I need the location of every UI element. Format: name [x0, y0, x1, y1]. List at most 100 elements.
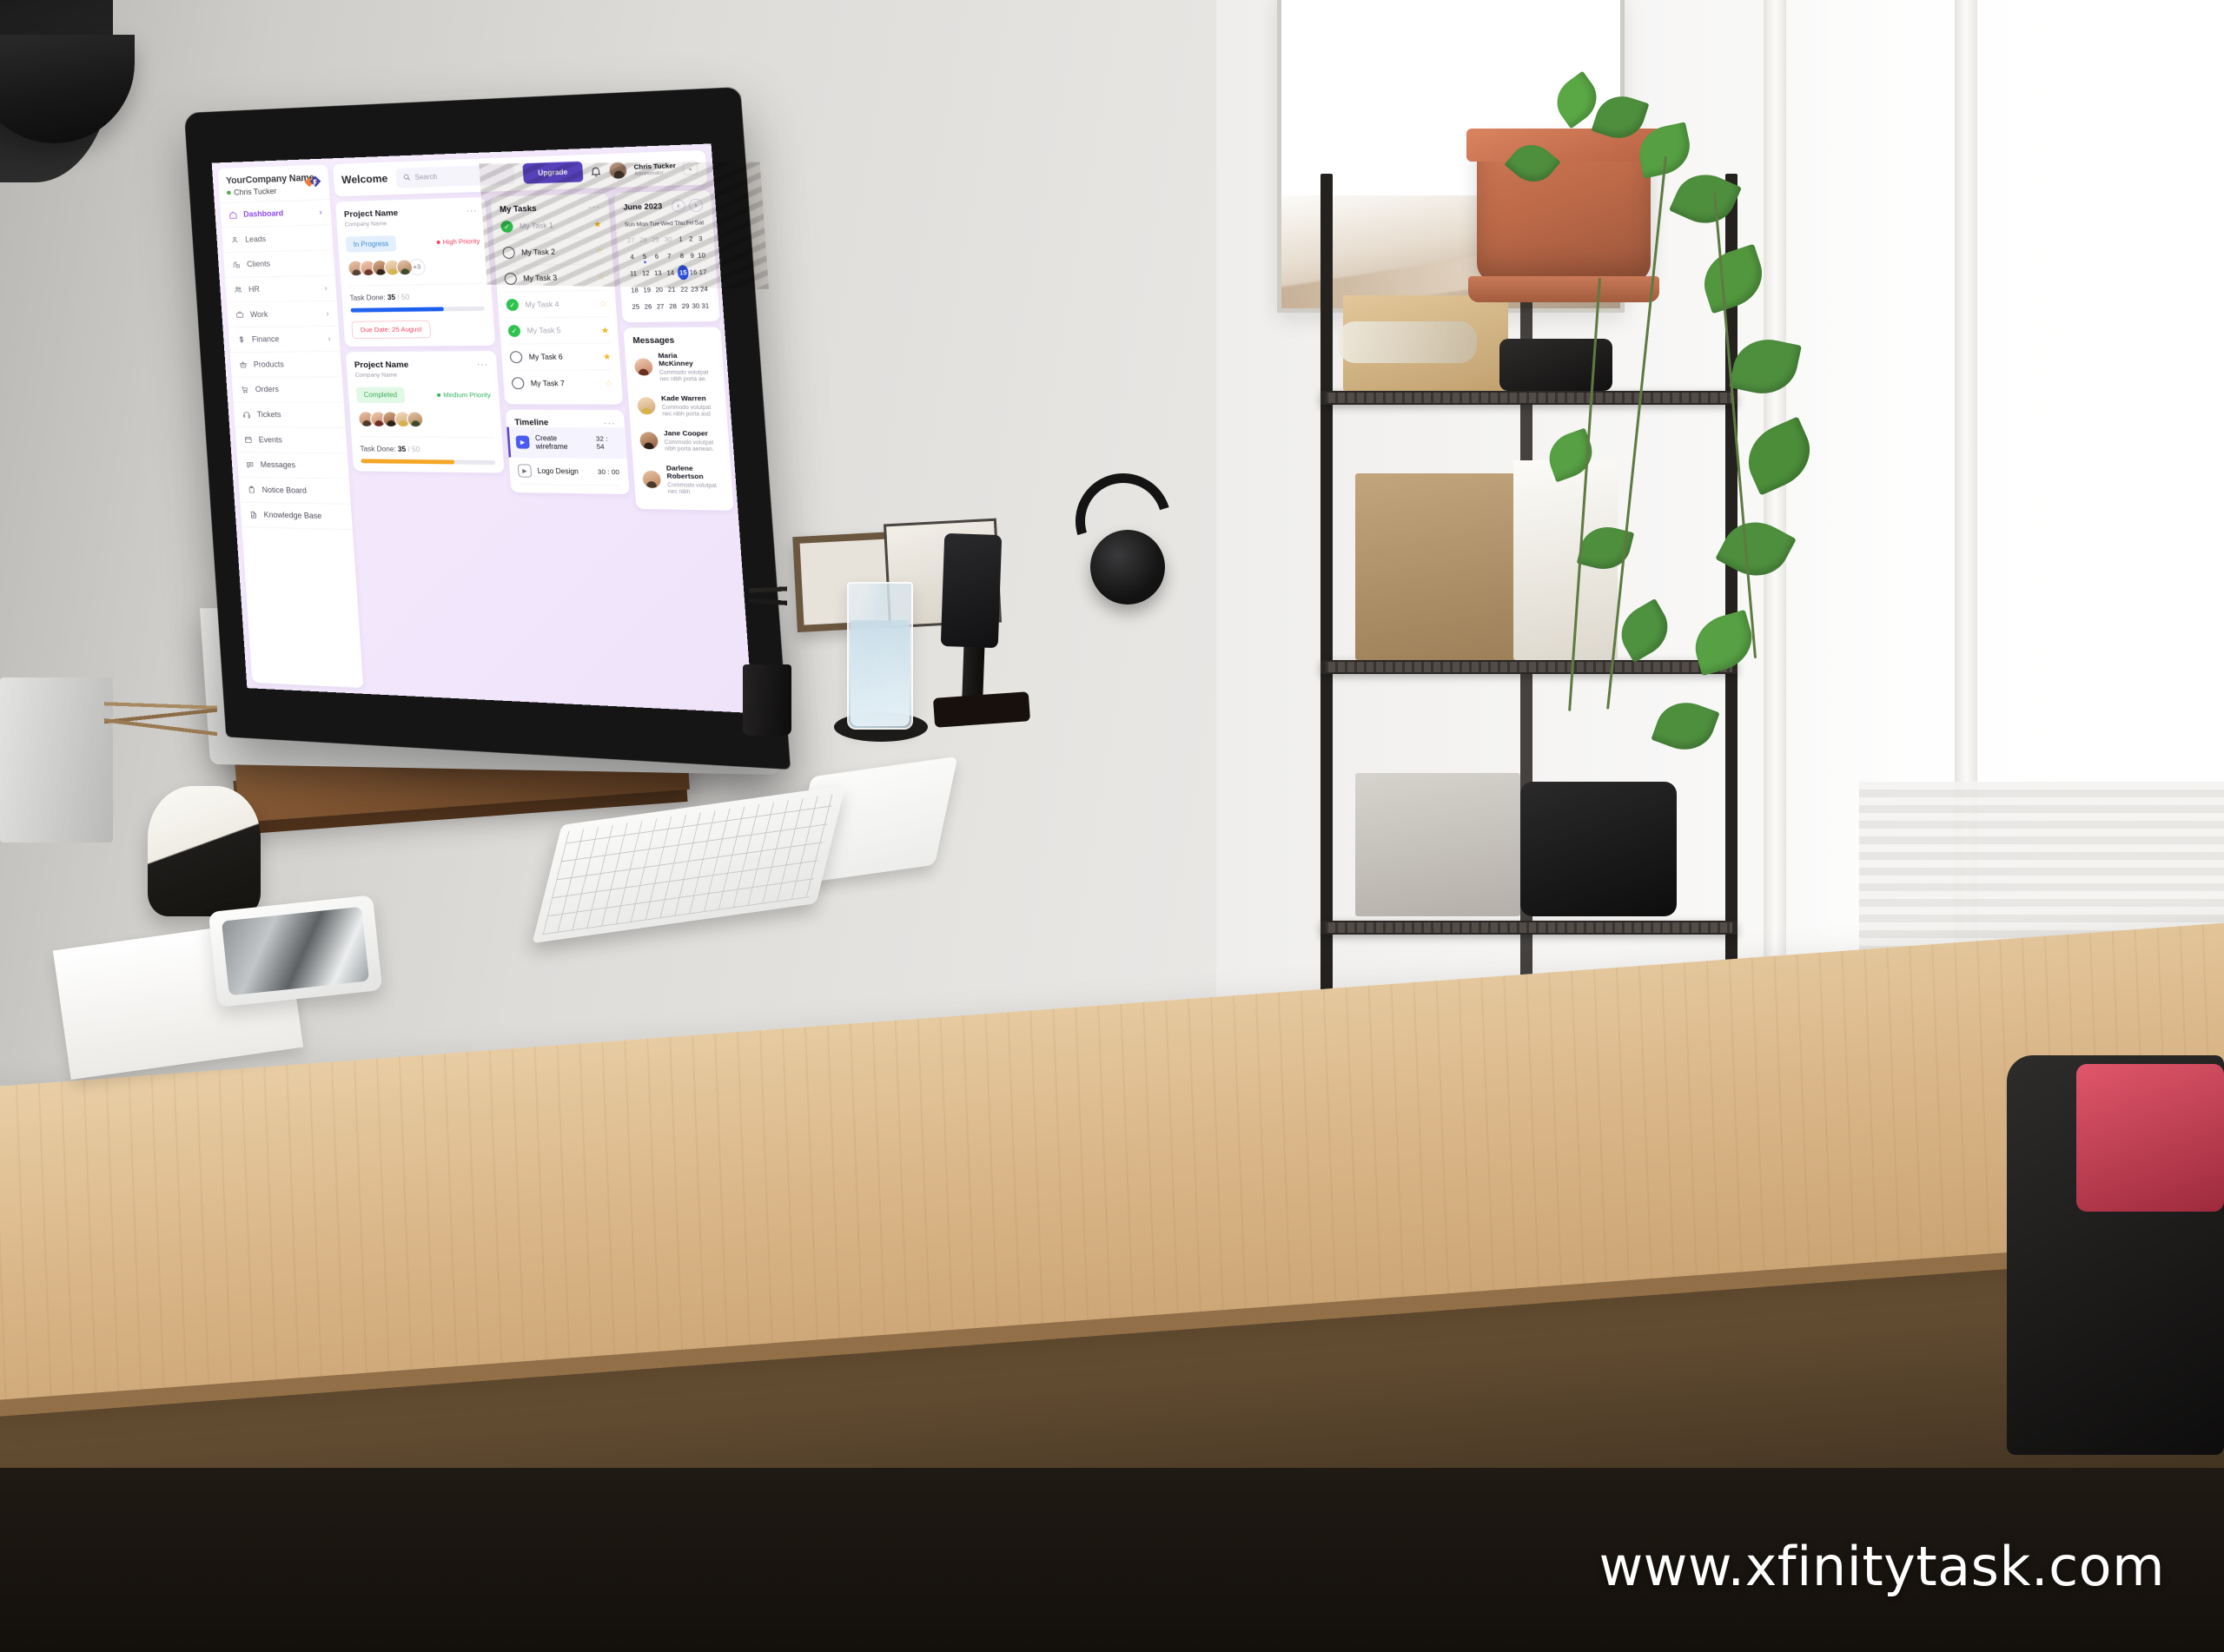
- checkbox-empty-icon[interactable]: [504, 272, 518, 285]
- calendar-day[interactable]: 25: [630, 300, 642, 314]
- calendar-dow: Tue: [649, 220, 660, 228]
- calendar-day[interactable]: 19: [640, 282, 653, 297]
- calendar-day[interactable]: 11: [627, 266, 639, 281]
- task-row[interactable]: My Task 6 ★: [509, 343, 612, 371]
- bell-icon[interactable]: [589, 165, 602, 177]
- sidebar-item-dashboard[interactable]: Dashboard ›: [220, 199, 332, 228]
- more-dots-icon[interactable]: ···: [476, 359, 488, 369]
- calendar-day[interactable]: 26: [642, 300, 655, 314]
- message-row[interactable]: Jane Cooper Commodo volutpat nibh porta …: [639, 423, 721, 459]
- more-dots-icon[interactable]: ···: [466, 205, 478, 215]
- avatar[interactable]: [637, 397, 657, 415]
- star-outline-icon[interactable]: ☆: [599, 298, 607, 309]
- avatar[interactable]: [639, 432, 659, 450]
- task-row[interactable]: My Task 2 ☆: [501, 237, 605, 267]
- more-dots-icon[interactable]: ···: [588, 202, 601, 212]
- calendar-day[interactable]: 30: [661, 232, 675, 247]
- calendar-day-selected[interactable]: 15: [677, 265, 690, 281]
- calendar-day[interactable]: 31: [700, 299, 711, 314]
- star-outline-icon[interactable]: ☆: [595, 245, 604, 256]
- star-filled-icon[interactable]: ★: [600, 325, 609, 335]
- calendar-day[interactable]: 18: [629, 283, 641, 298]
- more-dots-icon[interactable]: ···: [603, 418, 616, 428]
- play-icon[interactable]: ▶: [515, 435, 530, 449]
- calendar-day[interactable]: 1: [675, 232, 686, 247]
- star-outline-icon[interactable]: ☆: [605, 378, 613, 388]
- avatar[interactable]: [608, 161, 628, 180]
- calendar-day[interactable]: 17: [698, 265, 708, 280]
- chevron-down-icon[interactable]: ⌄: [682, 160, 698, 175]
- sidebar-item-products[interactable]: Products: [229, 351, 342, 378]
- star-outline-icon[interactable]: ☆: [597, 272, 606, 282]
- checkbox-empty-icon[interactable]: [509, 351, 523, 364]
- star-filled-icon[interactable]: ★: [603, 351, 612, 362]
- calendar-day[interactable]: 28: [666, 299, 680, 314]
- checkbox-checked-icon[interactable]: ✓: [506, 299, 520, 311]
- sidebar-item-tickets[interactable]: Tickets: [233, 402, 346, 428]
- task-row[interactable]: ✓ My Task 5 ★: [506, 317, 611, 345]
- calendar-day[interactable]: 6: [651, 249, 662, 264]
- sidebar-item-messages[interactable]: Messages: [236, 452, 349, 479]
- priority-label: High Priority: [436, 237, 480, 246]
- chevron-left-circle-icon[interactable]: ‹: [671, 199, 686, 213]
- calendar-day[interactable]: 24: [699, 281, 710, 296]
- calendar-day[interactable]: 30: [692, 299, 700, 314]
- search-box[interactable]: Search: [395, 163, 515, 188]
- timeline-card: Timeline ··· ▶ Create wireframe 32 : 54 …: [505, 409, 630, 495]
- sidebar-item-clients[interactable]: Clients: [223, 250, 335, 278]
- sidebar-item-events[interactable]: Events: [235, 427, 348, 454]
- calendar-day[interactable]: 21: [665, 282, 678, 297]
- checkbox-checked-icon[interactable]: ✓: [500, 220, 513, 233]
- task-row[interactable]: ✓ My Task 4 ☆: [505, 290, 609, 319]
- task-row[interactable]: My Task 7 ☆: [511, 370, 613, 396]
- calendar-day[interactable]: 14: [664, 266, 678, 281]
- calendar-day[interactable]: 2: [686, 231, 695, 246]
- calendar-day[interactable]: 27: [655, 299, 666, 314]
- avatar[interactable]: [406, 411, 425, 428]
- upgrade-button[interactable]: Upgrade: [522, 161, 584, 184]
- calendar-day[interactable]: 4: [626, 249, 639, 264]
- timeline-row[interactable]: ▶ Create wireframe 32 : 54: [506, 426, 627, 459]
- sidebar-item-work[interactable]: Work ›: [226, 301, 339, 328]
- avatar[interactable]: [642, 470, 662, 488]
- calendar-day[interactable]: 16: [689, 265, 698, 280]
- sidebar-item-leads[interactable]: Leads: [222, 224, 334, 254]
- window-mullion: [1764, 0, 1786, 1008]
- calendar-day[interactable]: 13: [652, 266, 664, 281]
- checkbox-empty-icon[interactable]: [502, 246, 516, 259]
- calendar-day[interactable]: 28: [637, 233, 650, 248]
- sidebar-item-knowledge-base[interactable]: Knowledge Base: [240, 502, 353, 531]
- timeline-row[interactable]: ▶ Logo Design 30 : 00: [517, 457, 621, 486]
- task-done-row: Task Done: 35 / 50: [360, 445, 494, 454]
- calendar-day[interactable]: 8: [676, 248, 687, 263]
- checkbox-checked-icon[interactable]: ✓: [507, 325, 521, 338]
- sidebar-item-hr[interactable]: HR ›: [224, 275, 337, 303]
- calendar-day[interactable]: 9: [688, 248, 697, 263]
- message-row[interactable]: Darlene Robertson Commodo volutpat nec n…: [641, 458, 725, 502]
- message-row[interactable]: Maria McKinney Commodo volutpat nec nibh…: [633, 345, 716, 388]
- calendar-day[interactable]: 3: [695, 231, 705, 246]
- checkbox-empty-icon[interactable]: [511, 377, 525, 390]
- calendar-day[interactable]: 10: [697, 248, 707, 263]
- play-icon[interactable]: ▶: [517, 464, 533, 478]
- task-row[interactable]: ✓ My Task 1 ★: [500, 211, 603, 241]
- calendar-day[interactable]: 5: [639, 249, 652, 264]
- calendar-day[interactable]: 20: [653, 282, 665, 297]
- chevron-right-circle-icon[interactable]: ›: [688, 198, 704, 213]
- monitor-screen[interactable]: YourCompany Name Chris Tucker Dashboard …: [211, 143, 753, 713]
- calendar-day[interactable]: 12: [639, 266, 652, 281]
- message-row[interactable]: Kade Warren Commodo volutpat nec nibh po…: [636, 388, 718, 423]
- avatar[interactable]: [633, 358, 653, 376]
- task-row[interactable]: My Task 3 ☆: [503, 264, 606, 293]
- calendar-day[interactable]: 23: [691, 281, 699, 296]
- calendar-day[interactable]: 29: [650, 232, 661, 247]
- sidebar-item-finance[interactable]: Finance ›: [228, 326, 341, 353]
- sidebar-nav: Dashboard › Leads Clients HR › Work › Fi…: [220, 199, 353, 531]
- sidebar-item-orders[interactable]: Orders: [231, 377, 344, 403]
- calendar-day[interactable]: 22: [678, 282, 690, 297]
- calendar-day[interactable]: 27: [626, 233, 638, 248]
- sidebar-item-notice-board[interactable]: Notice Board: [238, 477, 351, 505]
- star-filled-icon[interactable]: ★: [593, 219, 602, 229]
- calendar-day[interactable]: 29: [679, 299, 691, 314]
- calendar-day[interactable]: 7: [663, 248, 677, 263]
